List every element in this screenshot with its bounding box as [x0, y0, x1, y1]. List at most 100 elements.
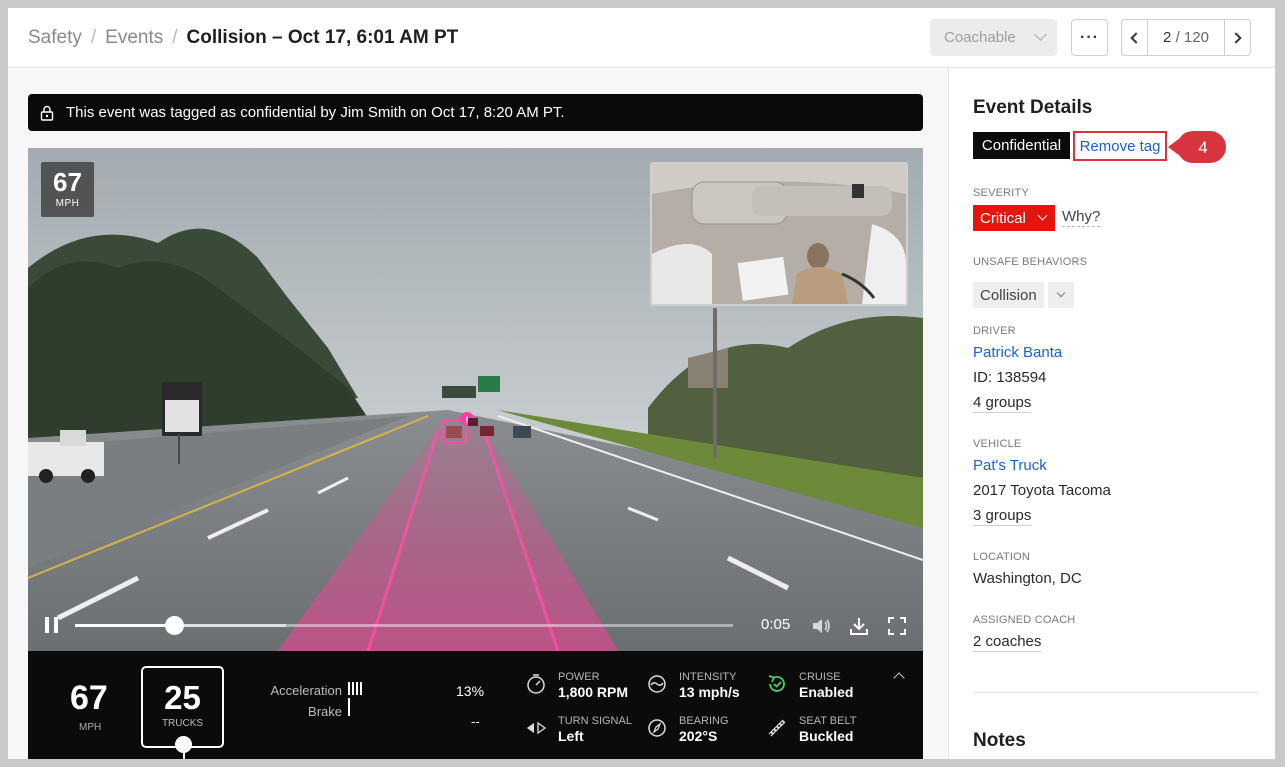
overlay-speed: 67 MPH	[41, 162, 94, 217]
chevron-down-icon	[1034, 28, 1047, 41]
stat-turn-signal-value: Left	[558, 728, 584, 744]
speed-limit-value: 25	[164, 679, 201, 716]
driver-label: DRIVER	[973, 325, 1016, 337]
vehicle-model: 2017 Toyota Tacoma	[973, 482, 1111, 499]
gauge-icon	[527, 674, 545, 694]
stat-cruise: CRUISE Enabled	[799, 671, 853, 701]
turn-signal-icon	[527, 721, 547, 735]
breadcrumb-events[interactable]: Events	[105, 27, 163, 49]
severity-value: Critical	[980, 209, 1026, 227]
behavior-chip[interactable]: Collision	[973, 282, 1044, 308]
breadcrumb-separator: /	[172, 27, 178, 48]
brake-meter	[348, 698, 350, 716]
telemetry-panel: 67 MPH 25 TRUCKS Acceleration Brake 13% …	[28, 651, 923, 759]
stat-power: POWER 1,800 RPM	[558, 671, 628, 701]
event-details-sidebar: Event Details Confidential Remove tag 4 …	[948, 69, 1275, 759]
event-details-title: Event Details	[973, 97, 1093, 118]
collapse-telemetry-button[interactable]	[893, 672, 905, 684]
scrubber-handle[interactable]	[164, 616, 184, 635]
acceleration-label: Acceleration	[270, 683, 342, 698]
app-window: Safety / Events / Collision – Oct 17, 6:…	[8, 8, 1275, 759]
pager-total: 120	[1183, 29, 1209, 46]
why-link[interactable]: Why?	[1062, 208, 1101, 227]
vehicle-name-link[interactable]: Pat's Truck	[973, 457, 1047, 474]
fullscreen-icon[interactable]	[886, 615, 908, 637]
pager-separator: /	[1175, 29, 1180, 46]
chevron-down-icon	[1037, 210, 1048, 221]
cabin-footage	[652, 164, 906, 304]
pager-position: 2 / 120	[1148, 29, 1224, 46]
coach-status-label: Coachable	[944, 29, 1016, 46]
overlay-speed-value: 67	[53, 167, 82, 197]
vehicle-groups-link[interactable]: 3 groups	[973, 507, 1032, 526]
callout-number: 4	[1198, 138, 1207, 157]
overlay-speed-unit: MPH	[55, 198, 80, 209]
inward-camera-pip[interactable]	[650, 162, 908, 306]
driver-id: ID: 138594	[973, 369, 1047, 386]
video-scrubber[interactable]	[75, 616, 733, 635]
video-controls: 0:05	[28, 603, 923, 651]
stat-seat-belt-value: Buckled	[799, 728, 854, 744]
stat-bearing: BEARING 202°S	[679, 715, 729, 745]
stat-power-value: 1,800 RPM	[558, 684, 629, 700]
download-icon[interactable]	[848, 615, 870, 637]
pause-button[interactable]	[45, 617, 59, 633]
driver-groups-link[interactable]: 4 groups	[973, 394, 1032, 413]
telemetry-speed: 67	[70, 679, 108, 717]
stat-bearing-value: 202°S	[679, 728, 718, 744]
severity-dropdown[interactable]: Critical	[973, 205, 1055, 231]
breadcrumb-separator: /	[90, 27, 97, 48]
lock-icon	[40, 105, 54, 121]
stat-cruise-value: Enabled	[799, 684, 854, 700]
acceleration-meter	[348, 682, 364, 695]
event-pager: 2 / 120	[1121, 19, 1251, 56]
ellipsis-icon: ···	[1080, 28, 1099, 46]
stat-seat-belt-label: SEAT BELT	[799, 715, 857, 727]
acceleration-value: 13%	[456, 683, 485, 699]
behaviors-dropdown[interactable]	[1048, 282, 1074, 308]
severity-label: SEVERITY	[973, 187, 1030, 199]
pager-current: 2	[1163, 29, 1172, 46]
seatbelt-icon	[768, 719, 786, 737]
video-timestamp: 0:05	[761, 616, 791, 633]
stat-turn-signal-label: TURN SIGNAL	[558, 715, 632, 727]
stat-seat-belt: SEAT BELT Buckled	[799, 715, 856, 745]
stat-power-label: POWER	[558, 671, 600, 683]
step-callout-badge: 4	[1168, 131, 1226, 163]
location-label: LOCATION	[973, 551, 1031, 563]
timeline-marker-line	[183, 751, 185, 759]
breadcrumb-safety[interactable]: Safety	[28, 27, 82, 49]
coach-status-dropdown[interactable]: Coachable	[930, 19, 1057, 56]
video-player[interactable]: ! 67 MPH 0:05	[28, 148, 923, 651]
stat-bearing-label: BEARING	[679, 715, 729, 727]
pause-icon	[45, 617, 49, 633]
stat-turn-signal: TURN SIGNAL Left	[558, 715, 632, 745]
stat-cruise-label: CRUISE	[799, 671, 841, 683]
more-options-button[interactable]: ···	[1071, 19, 1108, 56]
stat-intensity-value: 13 mph/s	[679, 684, 740, 700]
vehicle-label: VEHICLE	[973, 438, 1022, 450]
pause-icon	[54, 617, 58, 633]
volume-icon[interactable]	[810, 615, 832, 637]
page-header: Safety / Events / Collision – Oct 17, 6:…	[8, 8, 1275, 68]
previous-event-button[interactable]	[1122, 20, 1148, 55]
next-event-button[interactable]	[1224, 20, 1250, 55]
notes-title: Notes	[973, 730, 1026, 751]
speed-limit-label: TRUCKS	[161, 718, 204, 729]
driver-name-link[interactable]: Patrick Banta	[973, 344, 1062, 361]
stat-intensity-label: INTENSITY	[679, 671, 737, 683]
chevron-left-icon	[1130, 31, 1142, 44]
section-divider	[973, 692, 1259, 693]
remove-tag-link[interactable]: Remove tag	[1073, 131, 1167, 161]
brake-value: --	[471, 714, 480, 729]
assigned-coach-link[interactable]: 2 coaches	[973, 633, 1042, 652]
assigned-coach-label: ASSIGNED COACH	[973, 614, 1076, 626]
page-title: Collision – Oct 17, 6:01 AM PT	[186, 27, 459, 48]
event-main-panel: This event was tagged as confidential by…	[8, 69, 947, 759]
scrubber-progress	[75, 624, 174, 627]
stat-intensity: INTENSITY 13 mph/s	[679, 671, 740, 701]
cruise-icon	[768, 675, 785, 692]
chevron-right-icon	[1230, 31, 1242, 44]
telemetry-speed-unit: MPH	[79, 722, 102, 733]
unsafe-behaviors-label: UNSAFE BEHAVIORS	[973, 256, 1088, 268]
